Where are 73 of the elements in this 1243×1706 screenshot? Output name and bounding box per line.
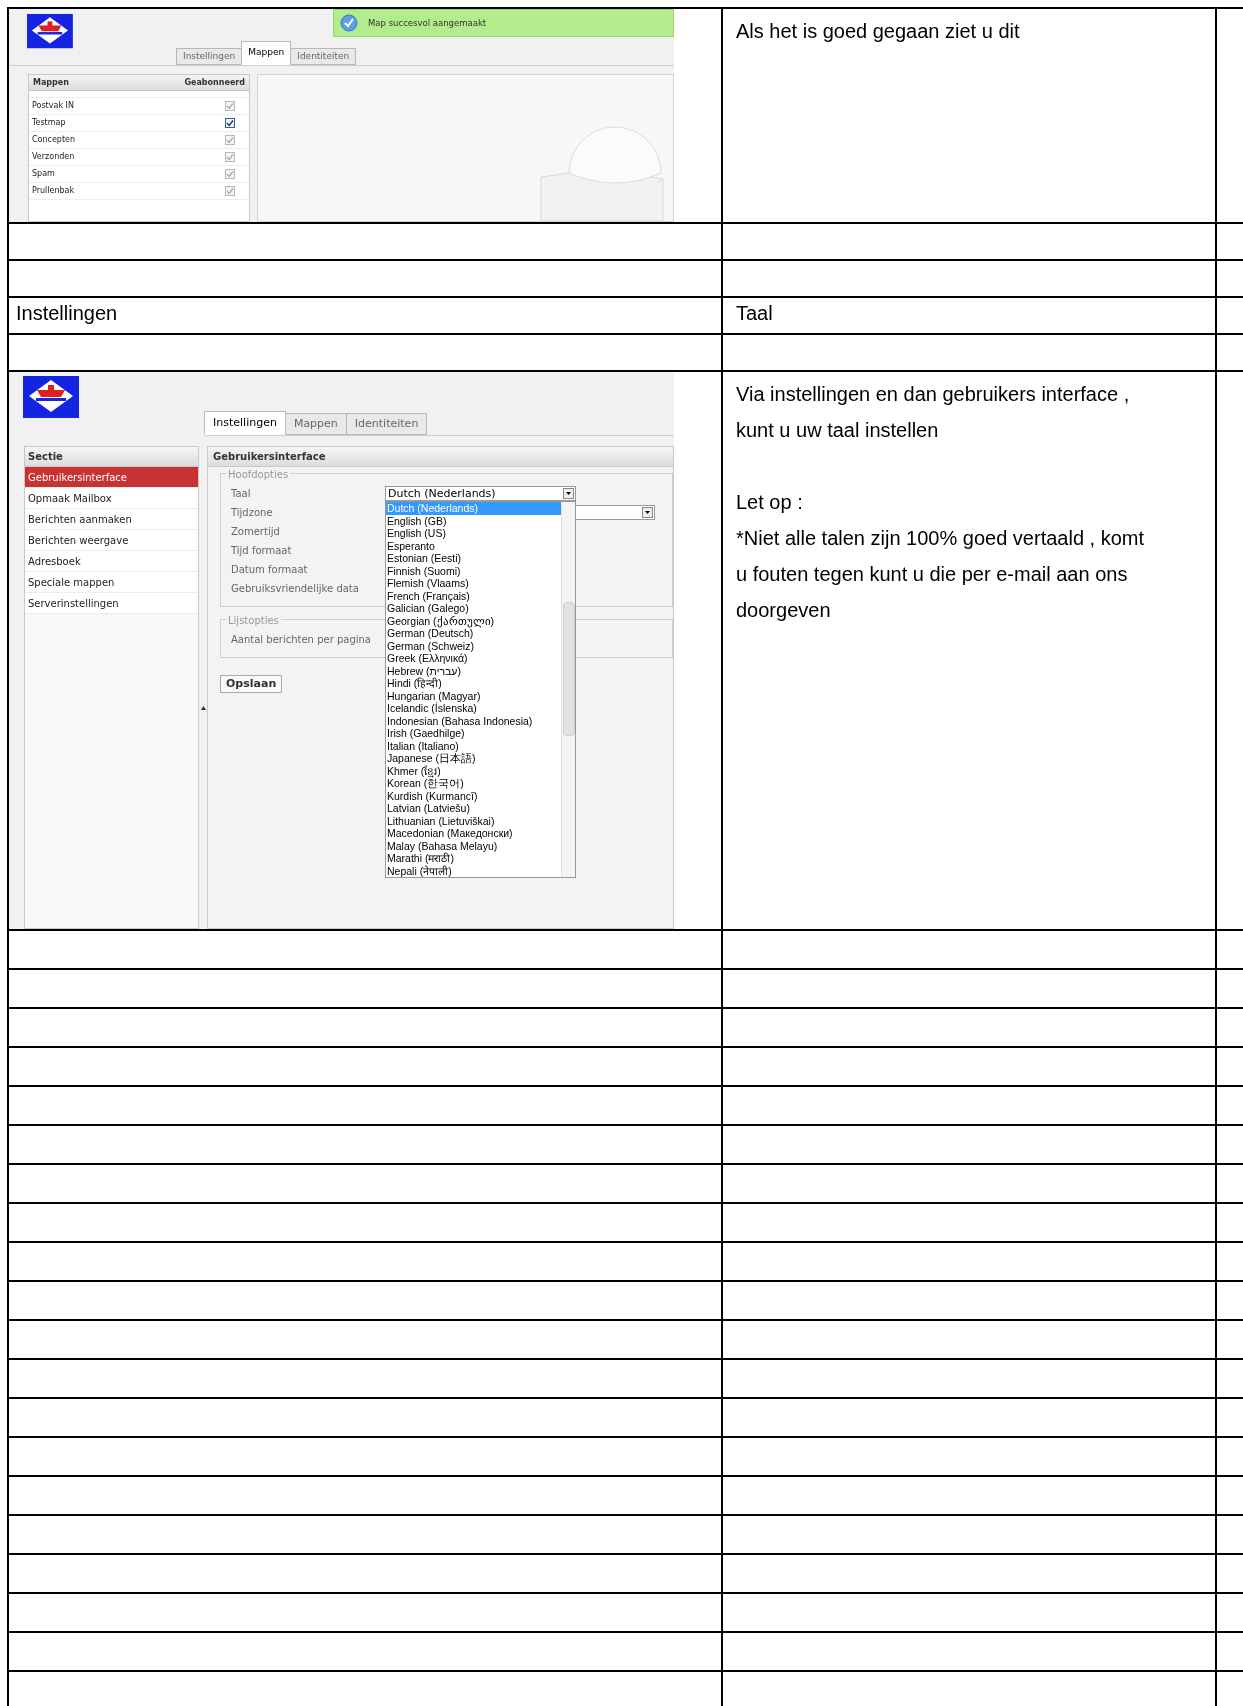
dropdown-option[interactable]: Hindi (हिन्दी) bbox=[386, 677, 561, 690]
section-item[interactable]: Gebruikersinterface bbox=[25, 467, 198, 488]
dropdown-option[interactable]: Georgian (ქართული) bbox=[386, 614, 561, 627]
field-label: Datum formaat bbox=[231, 563, 309, 577]
column-header: Geabonneerd bbox=[184, 76, 245, 89]
section-item[interactable]: Berichten aanmaken bbox=[25, 509, 198, 530]
panel-header: Sectie bbox=[25, 447, 198, 467]
dropdown-option[interactable]: Irish (Gaedhilge) bbox=[386, 727, 561, 740]
notification-text: Map succesvol aangemaakt bbox=[368, 16, 487, 30]
subscribed-checkbox[interactable] bbox=[225, 118, 235, 128]
dropdown-option[interactable]: Nepali (नेपाली) bbox=[386, 864, 561, 877]
dropdown-option[interactable]: English (GB) bbox=[386, 514, 561, 527]
dropdown-option[interactable]: Esperanto bbox=[386, 539, 561, 552]
scrollbar-thumb[interactable] bbox=[562, 602, 575, 736]
section-item[interactable]: Opmaak Mailbox bbox=[25, 488, 198, 509]
dropdown-option[interactable]: French (Français) bbox=[386, 589, 561, 602]
dropdown-option[interactable]: Latvian (Latviešu) bbox=[386, 802, 561, 815]
cell-text: Via instellingen en dan gebruikers interface , kunt u uw taal instellen bbox=[736, 382, 1131, 443]
dropdown-option[interactable]: Macedonian (Македонски) bbox=[386, 827, 561, 840]
dropdown-option[interactable]: Flemish (Vlaams) bbox=[386, 577, 561, 590]
caret-icon bbox=[642, 507, 653, 518]
dropdown-option[interactable]: German (Deutsch) bbox=[386, 627, 561, 640]
dropdown-option[interactable]: English (US) bbox=[386, 527, 561, 540]
dropdown-option[interactable]: Korean (한국어) bbox=[386, 777, 561, 790]
tab[interactable]: Mappen bbox=[284, 413, 347, 435]
dropdown-option[interactable]: Khmer (ខ្មែរ) bbox=[386, 764, 561, 777]
dropdown-option[interactable]: Estonian (Eesti) bbox=[386, 552, 561, 565]
caret-icon bbox=[563, 488, 574, 499]
cell-text: Instellingen bbox=[15, 302, 118, 324]
cell-text: Als het is goed gegaan ziet u dit bbox=[736, 19, 1021, 44]
dropdown-option[interactable]: Italian (Italiano) bbox=[386, 739, 561, 752]
logo-icon bbox=[23, 376, 79, 418]
dropdown-option[interactable]: Hebrew (עברית) bbox=[386, 664, 561, 677]
dropdown-option[interactable]: Greek (Ελληνικά) bbox=[386, 652, 561, 665]
dropdown-option[interactable]: Icelandic (Íslenska) bbox=[386, 702, 561, 715]
save-button[interactable]: Opslaan bbox=[220, 675, 283, 693]
cell-text: Taal bbox=[736, 302, 773, 324]
dropdown-option[interactable]: Kurdish (Kurmancî) bbox=[386, 789, 561, 802]
tab[interactable]: Identiteiten bbox=[290, 48, 357, 65]
dropdown-option[interactable]: Lithuanian (Lietuviškai) bbox=[386, 814, 561, 827]
logo-icon bbox=[27, 14, 73, 49]
scrollbar[interactable] bbox=[561, 502, 575, 877]
fieldset-legend: Hoofdopties bbox=[226, 467, 291, 482]
checkmark-icon bbox=[340, 14, 358, 32]
column-header: Mappen bbox=[33, 76, 69, 89]
tab[interactable]: Mappen bbox=[241, 41, 292, 65]
section-item[interactable]: Adresboek bbox=[25, 551, 198, 572]
field-label: Tijdzone bbox=[231, 506, 274, 520]
field-label: Aantal berichten per pagina bbox=[231, 633, 372, 647]
field-label: Taal bbox=[231, 487, 252, 501]
collapse-arrow-icon[interactable] bbox=[200, 705, 206, 710]
field-label: Tijd formaat bbox=[231, 544, 293, 558]
dropdown-option[interactable]: Marathi (मराठी) bbox=[386, 852, 561, 865]
field-label: Zomertijd bbox=[231, 525, 281, 539]
tab[interactable]: Instellingen bbox=[204, 411, 286, 435]
dropdown-option[interactable]: German (Schweiz) bbox=[386, 639, 561, 652]
dropdown-option[interactable]: Indonesian (Bahasa Indonesia) bbox=[386, 714, 561, 727]
tab[interactable]: Identiteiten bbox=[345, 413, 428, 435]
section-item[interactable]: Speciale mappen bbox=[25, 572, 198, 593]
tab[interactable]: Instellingen bbox=[176, 48, 243, 65]
cell-text: Let op : bbox=[736, 490, 804, 515]
fieldset-legend: Lijstopties bbox=[226, 613, 281, 628]
cell-text: *Niet alle talen zijn 100% goed vertaald , komt u fouten tegen kunt u die per e-mail aan ons doorgeven bbox=[736, 526, 1145, 623]
section-item[interactable]: Serverinstellingen bbox=[25, 593, 198, 614]
dropdown-option[interactable]: Galician (Galego) bbox=[386, 602, 561, 615]
dropdown-option[interactable]: Hungarian (Magyar) bbox=[386, 689, 561, 702]
select-field[interactable]: Dutch (Nederlands) bbox=[385, 486, 576, 501]
section-item[interactable]: Berichten weergave bbox=[25, 530, 198, 551]
dropdown-option[interactable]: Japanese (日本語) bbox=[386, 752, 561, 765]
field-label: Gebruiksvriendelijke data bbox=[231, 582, 360, 596]
folder-name[interactable]: Testmap bbox=[32, 117, 66, 129]
dropdown-option[interactable]: Finnish (Suomi) bbox=[386, 564, 561, 577]
dropdown-option[interactable]: Malay (Bahasa Melayu) bbox=[386, 839, 561, 852]
